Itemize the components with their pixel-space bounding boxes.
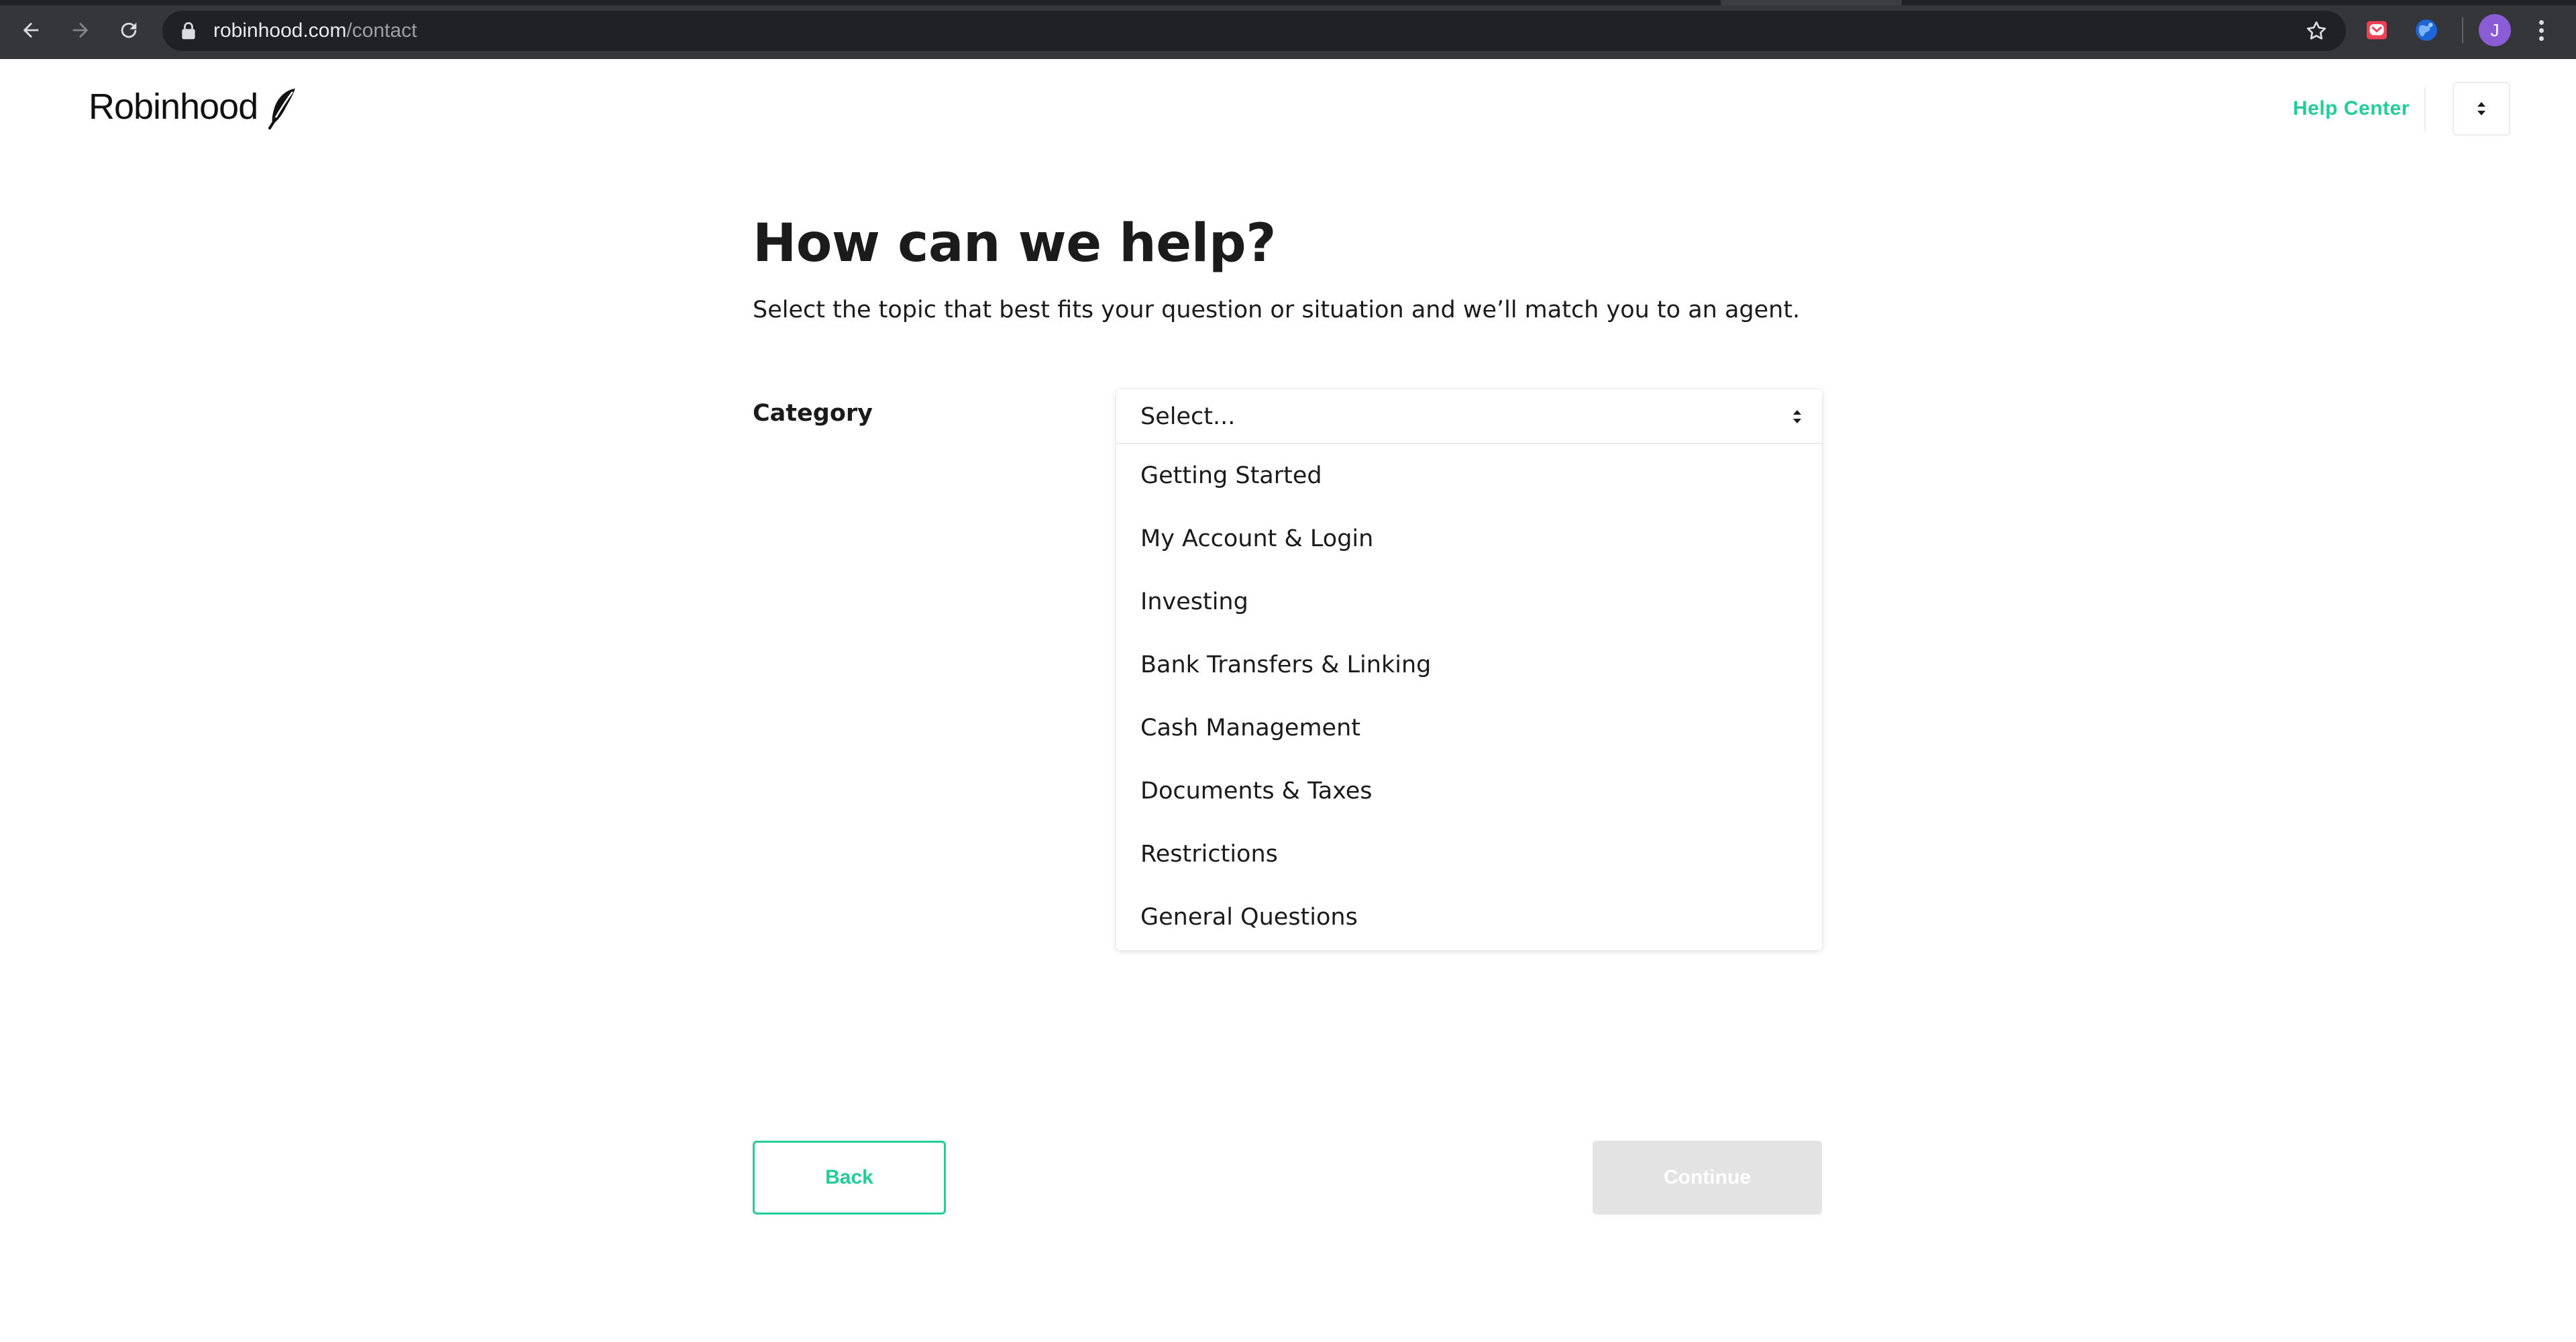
back-button[interactable] [12,13,50,47]
arrow-left-icon [23,22,39,38]
lock-icon [182,22,195,40]
category-option-general-questions[interactable]: General Questions [1116,886,1822,949]
chevron-updown-icon [2477,102,2485,115]
kebab-icon-dot [2538,19,2544,25]
url-host: robinhood.com [213,19,347,42]
forward-button[interactable] [62,13,99,47]
back-button[interactable]: Back [753,1141,946,1215]
category-option-investing[interactable]: Investing [1116,570,1822,633]
kebab-icon-dot [2538,28,2544,33]
category-option-cash-management[interactable]: Cash Management [1116,696,1822,760]
category-select-value: Select... [1140,403,1236,430]
category-options: Getting Started My Account & Login Inves… [1116,444,1822,949]
toolbar-separator [2462,17,2463,43]
chevron-updown-icon [1793,410,1801,423]
reload-icon [121,22,137,38]
pocket-icon [2367,21,2387,40]
url-path: /contact [346,19,417,42]
category-select[interactable]: Select... Getting Started My Account & L… [1116,389,1822,950]
star-icon[interactable] [2304,19,2328,43]
arrow-right-icon [72,22,89,38]
tab-strip [0,0,2576,5]
kebab-icon-dot [2538,36,2544,41]
category-option-bank-transfers[interactable]: Bank Transfers & Linking [1116,633,1822,696]
url-text: robinhood.com/contact [213,11,417,51]
reload-button[interactable] [110,13,148,47]
logo-wordmark: Robinhood [89,87,258,127]
help-center-link[interactable]: Help Center [2293,93,2410,125]
category-option-restrictions[interactable]: Restrictions [1116,823,1822,886]
extension-globe[interactable] [2410,13,2443,47]
extension-pocket[interactable] [2360,13,2394,47]
profile-avatar[interactable]: J [2479,14,2511,46]
header-divider [2424,87,2426,132]
robinhood-logo[interactable]: Robinhood [89,83,299,130]
address-bar[interactable]: robinhood.com/contact [162,11,2346,51]
continue-button[interactable]: Continue [1593,1141,1822,1215]
header-menu-button[interactable] [2453,82,2510,136]
category-option-getting-started[interactable]: Getting Started [1116,444,1822,507]
feather-icon [268,89,296,130]
category-select-control[interactable]: Select... [1116,389,1822,444]
tab-strip-segment [1721,0,1902,5]
page-title: How can we help? [753,213,1277,274]
category-option-account-login[interactable]: My Account & Login [1116,507,1822,570]
category-label: Category [753,400,873,427]
browser-menu-button[interactable] [2529,13,2553,47]
category-option-documents-taxes[interactable]: Documents & Taxes [1116,760,1822,823]
globe-icon [2416,19,2437,41]
browser-toolbar: robinhood.com/contact J [0,0,2576,59]
page-subtitle: Select the topic that best fits your que… [753,297,1801,323]
